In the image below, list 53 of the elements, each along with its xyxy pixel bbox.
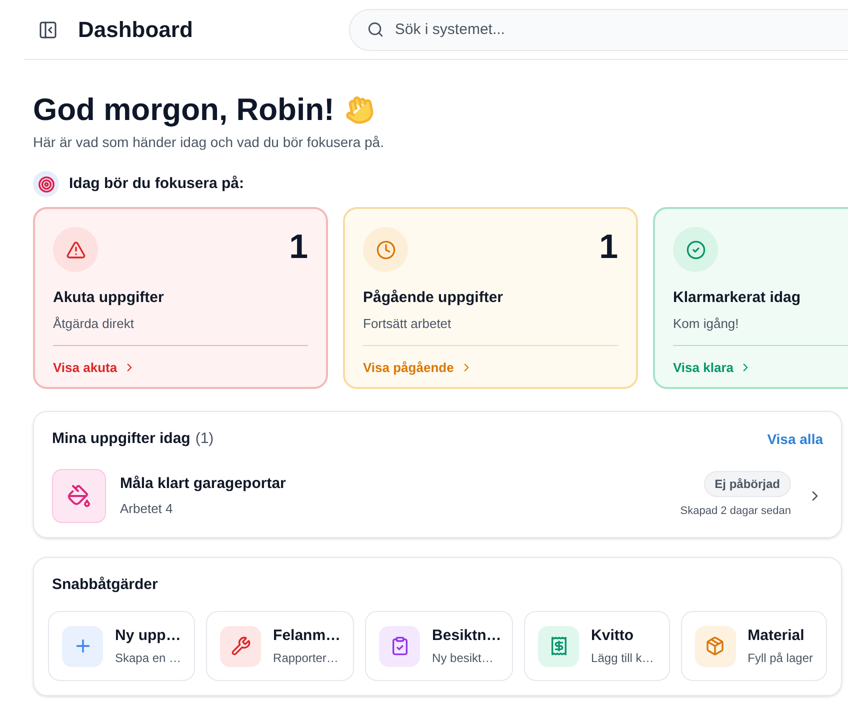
clipboard-check-icon [379,626,420,666]
task-count: 1 [289,227,308,267]
search-icon [366,20,384,38]
task-subtitle: Arbetet 4 [120,500,174,518]
quick-actions-title: Snabbåtgärder [52,574,159,594]
action-title: Felanm… [273,626,341,646]
card-subtitle: Fortsätt arbetet [363,314,452,332]
paint-bucket-icon [52,468,106,522]
focus-card[interactable]: Klarmarkerat idag Kom igång! Visa klara [653,207,848,389]
focus-card[interactable]: 1 Pågående uppgifter Fortsätt arbetet Visa pågående [343,207,638,389]
action-subtitle: Fyll på lager [748,650,813,668]
card-subtitle: Åtgärda direkt [53,314,135,333]
greeting-heading: God morgon, Robin! [33,91,334,129]
action-subtitle: Ny besikt… [432,650,494,668]
card-title: Pågående uppgifter [363,288,504,308]
quick-action-button[interactable]: Ny upp… Skapa en … [48,611,196,681]
plus-icon [62,626,103,666]
task-title: Måla klart garageportar [120,474,287,494]
created-time: Skapad 2 dagar sedan [680,504,791,520]
action-subtitle: Skapa en … [115,650,182,668]
action-title: Ny upp… [115,626,182,646]
card-link[interactable]: Visa klara [673,358,752,378]
focus-card[interactable]: 1 Akuta uppgifter Åtgärda direkt Visa akuta [33,207,328,389]
greeting-subtitle: Här är vad som händer idag och vad du bör fokusera på. [33,133,385,152]
card-title: Akuta uppgifter [53,288,165,308]
tasks-title: Mina uppgifter idag [52,429,190,449]
warning-icon [53,227,98,272]
card-title: Klarmarkerat idag [673,288,802,308]
tasks-count: (1) [195,429,214,449]
quick-action-button[interactable]: Kvitto Lägg till k… [524,611,670,681]
task-row[interactable]: Måla klart garageportar Arbetet 4 Ej påbörjad Skapad 2 dagar sedan [52,468,823,522]
card-link[interactable]: Visa akuta [53,358,136,378]
quick-action-button[interactable]: Material Fyll på lager [680,611,827,681]
box-icon [694,626,736,666]
action-title: Kvitto [591,626,635,646]
receipt-icon [538,626,580,666]
quick-action-button[interactable]: Felanm… Rapporter… [206,611,354,681]
clock-icon [363,227,408,272]
task-count: 1 [599,227,618,267]
action-subtitle: Rapporter… [273,650,340,668]
card-subtitle: Kom igång! [673,314,740,333]
quick-action-button[interactable]: Besiktn… Ny besikt… [365,611,514,681]
sidebar-toggle-icon[interactable] [38,20,58,40]
wrench-icon [220,626,262,666]
search-field[interactable]: Sök i systemet... [348,8,848,50]
view-all-link[interactable]: Visa alla [767,428,823,450]
action-title: Besiktn… [432,626,502,646]
action-subtitle: Lägg till k… [591,650,654,668]
focus-heading: Idag bör du fokusera på: [69,174,244,194]
target-icon [33,171,59,197]
action-title: Material [748,626,806,646]
status-badge: Ej påbörjad [704,471,791,498]
page-title: Dashboard [78,16,193,44]
